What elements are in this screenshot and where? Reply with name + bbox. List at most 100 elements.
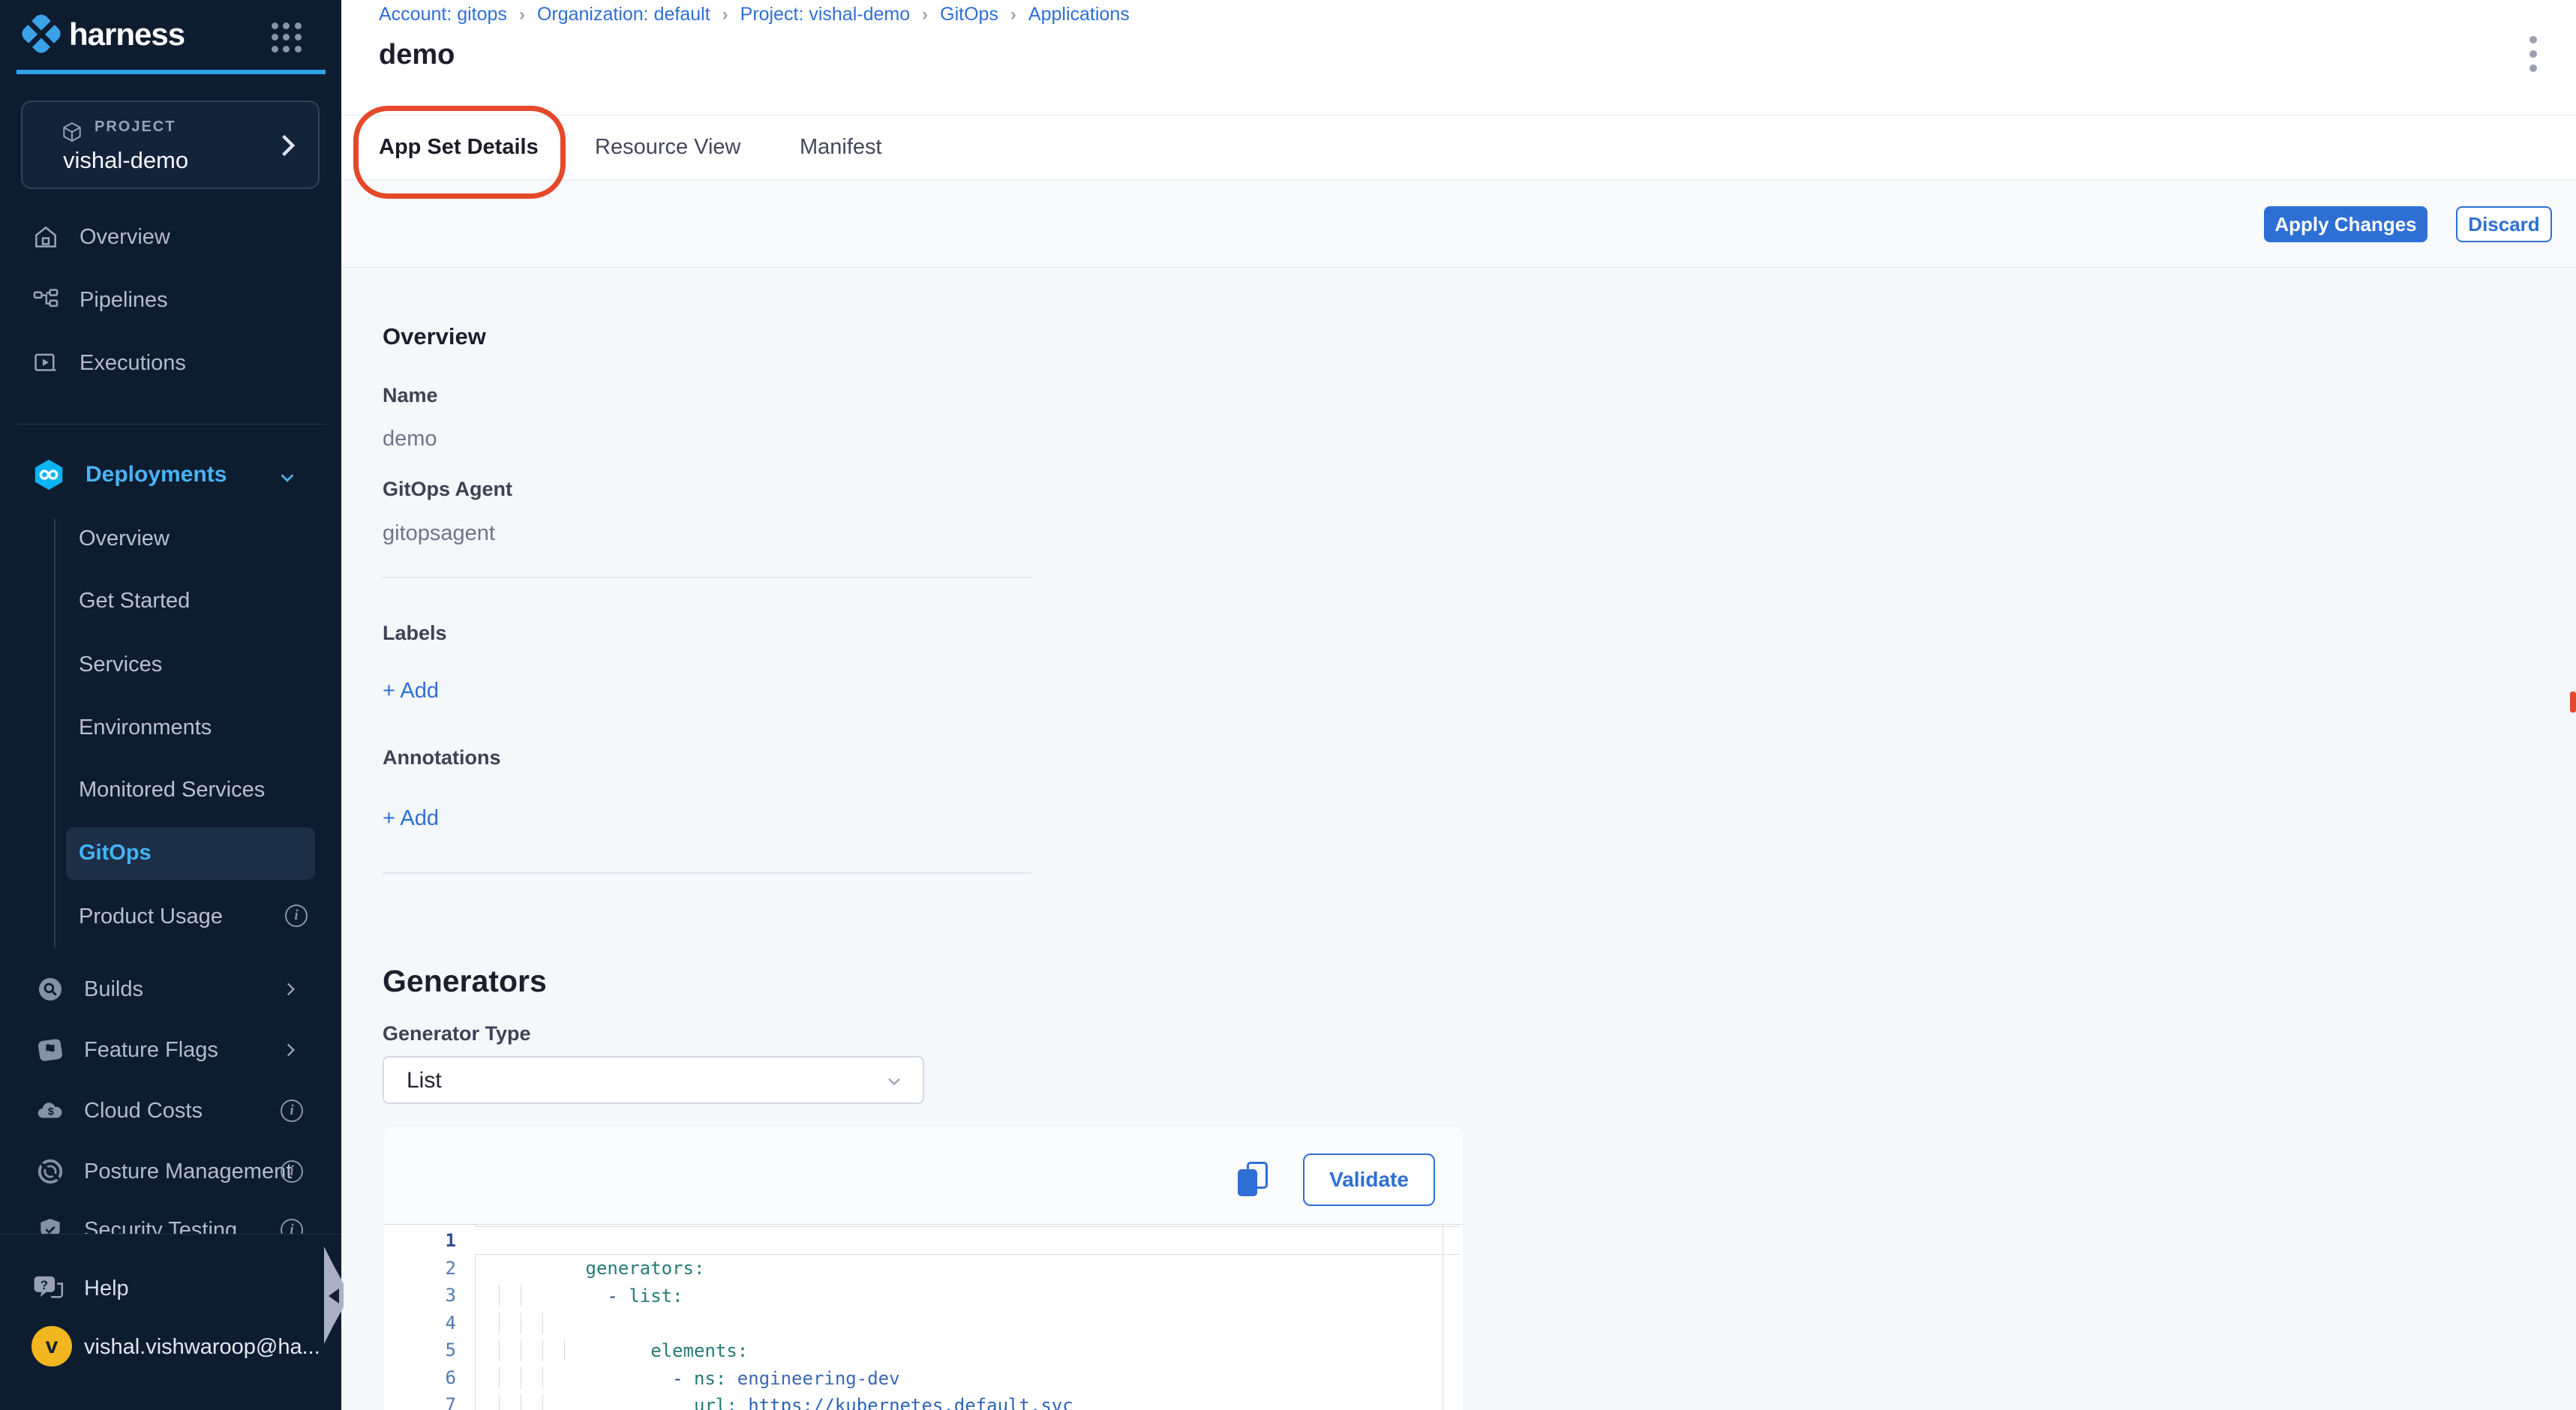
chevron-right-icon[interactable] (281, 1040, 300, 1060)
builds-icon (36, 975, 65, 1004)
code-line: - ns: engineering-prod (477, 1364, 911, 1392)
logo-accent-bar (17, 70, 326, 74)
chevron-down-icon (884, 1071, 905, 1092)
app-set-details-panel: Overview Name demo GitOps Agent gitopsag… (341, 268, 2576, 1410)
home-icon (32, 223, 60, 251)
tab-bar: App Set Details Resource View Manifest (341, 115, 2576, 180)
sidebar: harness PROJECT vishal-demo Overview (0, 0, 341, 1410)
tab-app-set-details[interactable]: App Set Details (379, 116, 539, 179)
svg-text:$: $ (48, 1106, 54, 1118)
user-email[interactable]: vishal.vishwaroop@ha... (84, 1335, 320, 1360)
pipelines-icon (32, 286, 60, 314)
info-icon: i (285, 904, 308, 927)
sidebar-subitem-services[interactable]: Services (79, 650, 162, 680)
code-line: generators: (477, 1227, 704, 1255)
deployments-hexagon-icon (32, 458, 66, 492)
breadcrumb-organization[interactable]: Organization: default (537, 4, 710, 26)
name-value: demo (383, 427, 437, 452)
tab-resource-view[interactable]: Resource View (595, 116, 741, 179)
labels-add-button[interactable]: + Add (383, 679, 439, 704)
line-number: 6 (384, 1364, 456, 1392)
cloud-costs-icon: $ (36, 1096, 65, 1125)
gitops-agent-label: GitOps Agent (383, 478, 512, 501)
help-button[interactable]: ? Help (33, 1274, 129, 1304)
generator-type-label: Generator Type (383, 1022, 531, 1046)
copy-icon[interactable] (1238, 1162, 1271, 1198)
cube-icon (60, 120, 84, 144)
section-divider (383, 872, 1031, 874)
info-icon: i (281, 1100, 303, 1122)
harness-app: harness PROJECT vishal-demo Overview (0, 0, 2576, 1410)
line-number: 5 (384, 1336, 456, 1364)
sidebar-subitem-product-usage[interactable]: Product Usage (79, 902, 223, 932)
code-line: - ns: engineering-check1 (477, 1391, 932, 1410)
sidebar-subitem-get-started[interactable]: Get Started (79, 586, 190, 616)
app-grid-icon[interactable] (272, 22, 302, 52)
project-selector[interactable]: PROJECT vishal-demo (21, 100, 320, 189)
line-number: 3 (384, 1282, 456, 1310)
annotations-add-button[interactable]: + Add (383, 806, 439, 831)
sidebar-item-builds[interactable]: Builds (36, 974, 143, 1004)
sidebar-item-overview[interactable]: Overview (32, 222, 170, 252)
info-icon: i (281, 1160, 303, 1183)
project-name: vishal-demo (63, 147, 188, 174)
line-number: 4 (384, 1310, 456, 1337)
section-divider (383, 577, 1031, 578)
sidebar-subitem-gitops[interactable]: GitOps (79, 838, 152, 868)
generator-type-select[interactable]: List (383, 1056, 924, 1104)
kebab-menu-icon[interactable] (2525, 32, 2541, 76)
apply-changes-button[interactable]: Apply Changes (2264, 206, 2427, 242)
sidebar-subitem-overview[interactable]: Overview (79, 524, 170, 554)
chevron-right-icon[interactable] (281, 980, 300, 999)
svg-text:?: ? (41, 1279, 48, 1292)
sidebar-item-deployments[interactable]: Deployments (32, 460, 317, 490)
action-bar: Apply Changes Discard (341, 180, 2576, 268)
sidebar-item-feature-flags[interactable]: Feature Flags (36, 1035, 218, 1065)
sidebar-subitem-environments[interactable]: Environments (79, 712, 212, 742)
annotations-label: Annotations (383, 746, 500, 770)
sidebar-item-posture-management[interactable]: Posture Management (36, 1156, 292, 1186)
tab-manifest[interactable]: Manifest (800, 116, 882, 179)
chevron-down-icon[interactable] (276, 466, 299, 489)
annotation-tick (2570, 692, 2576, 712)
sidebar-item-cloud-costs[interactable]: $ Cloud Costs (36, 1096, 203, 1126)
breadcrumb-applications[interactable]: Applications (1028, 4, 1130, 26)
breadcrumb-separator: › (722, 4, 728, 26)
sidebar-item-pipelines[interactable]: Pipelines (32, 285, 168, 315)
validate-button[interactable]: Validate (1303, 1154, 1435, 1206)
sidebar-footer: ? Help (0, 1234, 341, 1410)
sidebar-subitem-monitored-services[interactable]: Monitored Services (79, 775, 265, 805)
breadcrumb-gitops[interactable]: GitOps (940, 4, 998, 26)
harness-logo-icon (19, 11, 63, 56)
overview-heading: Overview (383, 323, 486, 350)
breadcrumb-separator: › (922, 4, 928, 26)
page-title: demo (379, 39, 455, 71)
line-number: 7 (384, 1391, 456, 1410)
feature-flags-icon (36, 1036, 65, 1064)
line-number: 1 (384, 1227, 456, 1255)
posture-management-icon (36, 1157, 65, 1186)
chevron-right-icon (276, 132, 299, 159)
user-avatar[interactable]: v (32, 1326, 72, 1366)
breadcrumb-project[interactable]: Project: vishal-demo (740, 4, 910, 26)
name-label: Name (383, 384, 438, 407)
discard-button[interactable]: Discard (2456, 206, 2552, 242)
breadcrumb-separator: › (519, 4, 525, 26)
yaml-code-editor[interactable]: 1 2 3 4 5 6 7 generators: - list: elemen… (384, 1224, 1463, 1410)
labels-label: Labels (383, 622, 447, 645)
breadcrumb-account[interactable]: Account: gitops (379, 4, 507, 26)
harness-logo-text: harness (69, 16, 185, 52)
code-line: url: https://kubernetes.default.svc (477, 1336, 1073, 1364)
collapse-left-icon (329, 1288, 339, 1304)
help-chat-icon: ? (33, 1274, 65, 1303)
line-number: 2 (384, 1255, 456, 1282)
subnav-rail (54, 519, 56, 948)
code-line: elements: (477, 1282, 748, 1310)
project-label: PROJECT (95, 118, 176, 136)
code-line: - ns: engineering-dev (477, 1310, 900, 1337)
yaml-editor-card: Validate 1 2 3 4 5 6 7 generators: - lis… (384, 1127, 1463, 1410)
gitops-agent-value: gitopsagent (383, 521, 495, 546)
executions-icon (32, 349, 60, 377)
breadcrumb-separator: › (1010, 4, 1016, 26)
sidebar-item-executions[interactable]: Executions (32, 348, 186, 378)
